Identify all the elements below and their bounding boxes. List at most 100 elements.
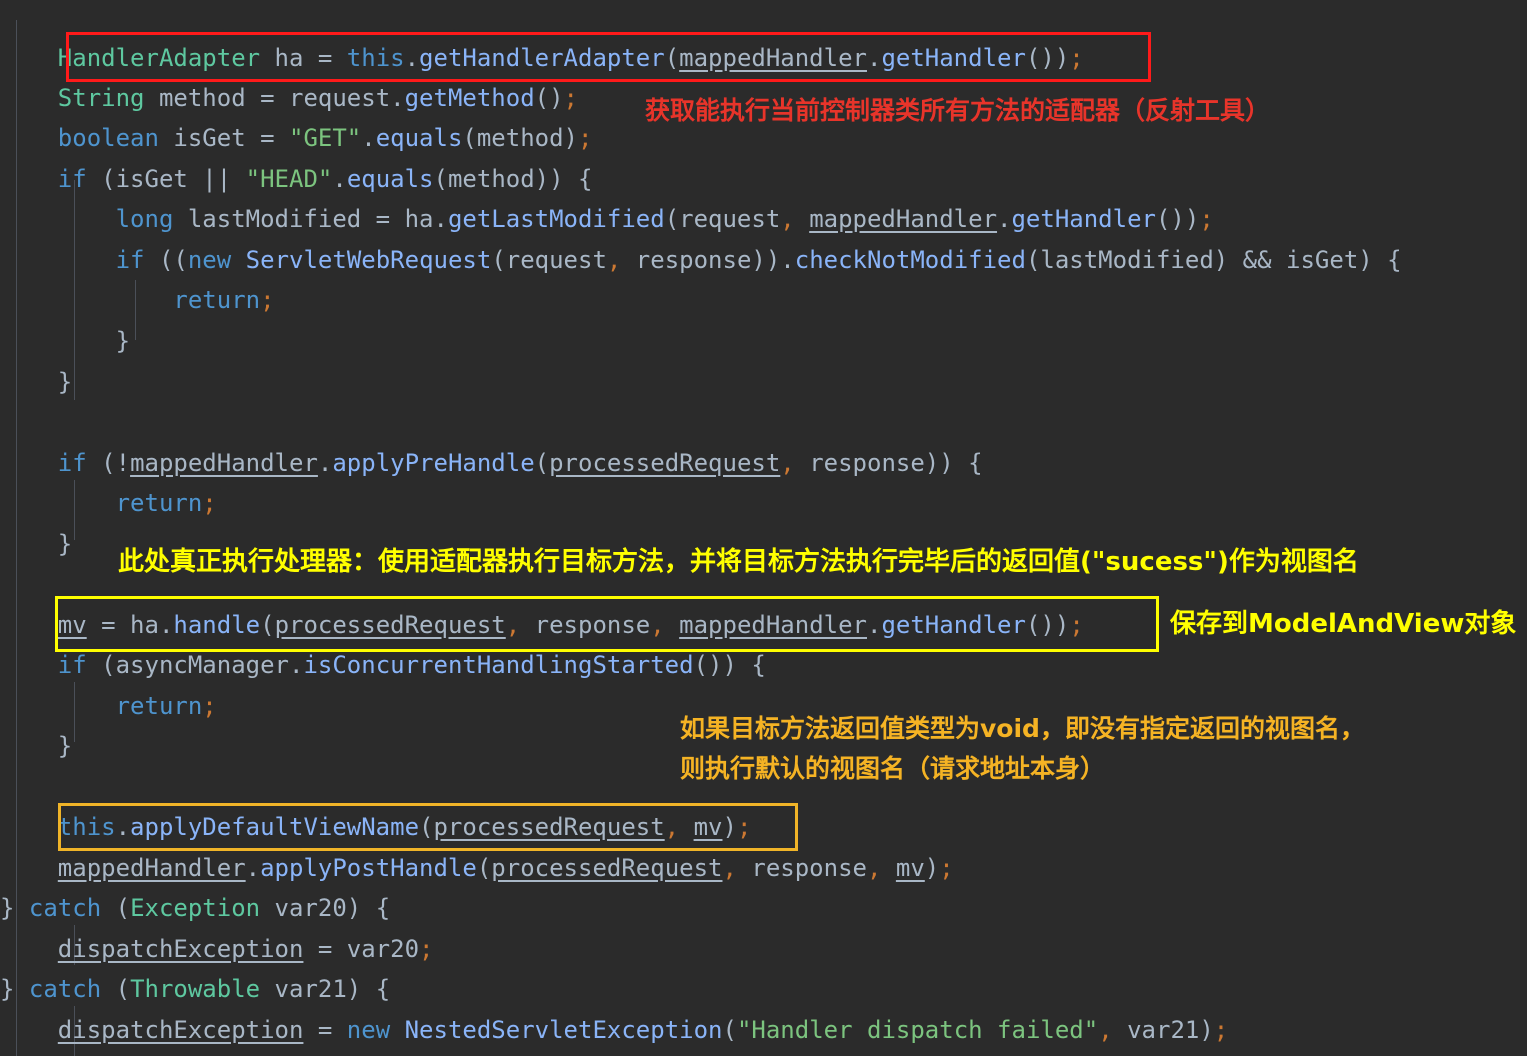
code-token: . [332, 165, 347, 193]
code-token: processedRequest [549, 449, 781, 477]
code-token: mappedHandler [130, 449, 318, 477]
code-line: if (isGet || "HEAD".equals(method)) { [0, 159, 593, 199]
code-token: ( [419, 813, 434, 841]
code-token: response [736, 854, 867, 882]
code-token: (method) [462, 124, 578, 152]
code-token: getMethod [404, 84, 535, 112]
code-token: (! [86, 449, 131, 477]
code-token: , [780, 205, 795, 233]
code-token: new [187, 246, 232, 274]
code-token: , [664, 813, 680, 841]
code-token: ) [722, 813, 737, 841]
code-token: ; [260, 286, 275, 314]
code-token: ()) { [693, 651, 766, 679]
code-line: dispatchException = new NestedServletExc… [0, 1010, 1228, 1050]
code-token: , [650, 611, 665, 639]
code-token: ; [736, 813, 752, 841]
code-line: } [0, 321, 130, 361]
code-token: HandlerAdapter [57, 44, 261, 72]
code-token: . [997, 205, 1012, 233]
code-token: ; [578, 124, 593, 152]
code-line: return; [0, 280, 275, 320]
code-token: mv [693, 813, 723, 841]
code-token: Throwable [130, 975, 261, 1003]
code-line: } catch (Throwable var21) { [0, 969, 390, 1009]
code-token: handle [173, 611, 261, 639]
code-token: , [722, 854, 737, 882]
code-token: ) [924, 854, 940, 882]
code-token: getHandler [881, 44, 1026, 72]
code-token: applyPreHandle [332, 449, 535, 477]
code-block: HandlerAdapter ha = this.getHandlerAdapt… [0, 0, 1527, 1056]
code-token: var21) { [260, 975, 391, 1003]
code-line: if (asyncManager.isConcurrentHandlingSta… [0, 645, 766, 685]
code-token: var21) [1112, 1016, 1214, 1044]
code-line: dispatchException = var20; [0, 929, 434, 969]
code-line: String method = request.getMethod(); [0, 78, 578, 118]
code-token: processedRequest [491, 854, 723, 882]
code-token: ; [202, 692, 217, 720]
code-token: boolean [57, 124, 159, 152]
code-token: } [0, 530, 73, 558]
code-token: } [0, 975, 29, 1003]
code-token: . [866, 44, 882, 72]
code-token: (request [491, 246, 607, 274]
code-token: . [115, 813, 131, 841]
code-token: , [505, 611, 521, 639]
code-token: ServletWebRequest [245, 246, 492, 274]
code-token: . [245, 854, 261, 882]
code-token: ( [101, 894, 131, 922]
code-token: } [0, 327, 131, 355]
code-token: ; [1213, 1016, 1229, 1044]
code-token: = ha. [86, 611, 174, 639]
annotation-save-model-and-view: 保存到ModelAndView对象 [1170, 609, 1517, 639]
annotation-default-view-name-line-1: 如果目标方法返回值类型为void，即没有指定返回的视图名， [680, 714, 1365, 743]
code-token: equals [346, 165, 434, 193]
annotation-execute-handler: 此处真正执行处理器：使用适配器执行目标方法，并将目标方法执行完毕后的返回值("s… [118, 547, 1359, 577]
code-token: ha = [260, 44, 347, 72]
code-token: return [115, 489, 203, 517]
code-token: , [1098, 1016, 1113, 1044]
code-token: getHandler [881, 611, 1026, 639]
code-token: ; [202, 489, 217, 517]
code-line: } [0, 726, 72, 766]
code-token: String [57, 84, 145, 112]
code-line: mv = ha.handle(processedRequest, respons… [0, 605, 1084, 645]
code-token: if [57, 165, 87, 193]
code-line: if ((new ServletWebRequest(request, resp… [0, 240, 1402, 280]
code-token: processedRequest [274, 611, 506, 639]
code-token: this [57, 813, 116, 841]
code-token: , [780, 449, 795, 477]
code-token: "GET" [289, 124, 362, 152]
code-token: ; [1069, 44, 1084, 72]
code-token: (request [664, 205, 781, 233]
code-token: new [346, 1016, 391, 1044]
code-token: this [346, 44, 405, 72]
code-token: ; [939, 854, 954, 882]
code-token: isConcurrentHandlingStarted [303, 651, 694, 679]
code-token: checkNotModified [794, 246, 1026, 274]
code-token: ( [260, 611, 275, 639]
code-token: method = request. [144, 84, 405, 112]
code-token: } [0, 732, 73, 760]
code-token: mappedHandler [809, 205, 998, 233]
code-token: return [173, 286, 261, 314]
code-token: } [0, 368, 73, 396]
code-token: ; [563, 84, 578, 112]
code-line: if (!mappedHandler.applyPreHandle(proces… [0, 443, 983, 483]
code-token: , [606, 246, 622, 274]
code-token: . [361, 124, 376, 152]
code-line: long lastModified = ha.getLastModified(r… [0, 199, 1214, 239]
